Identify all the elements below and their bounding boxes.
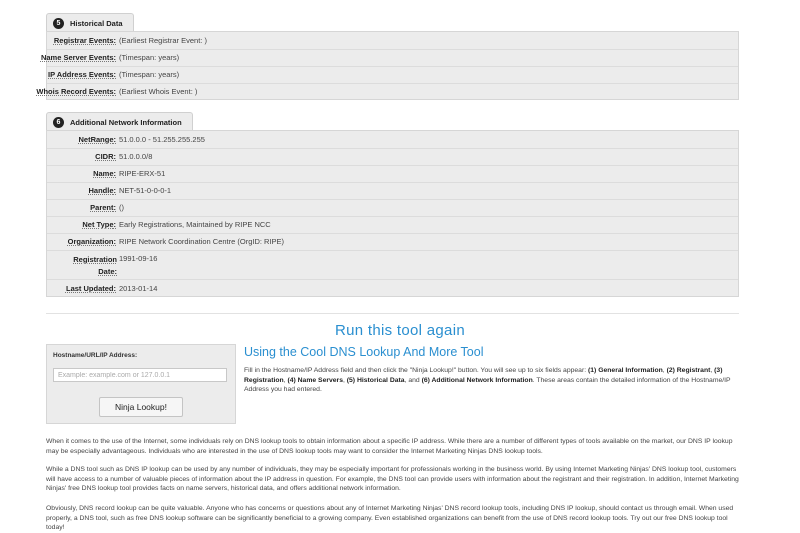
row-label: Name:	[93, 169, 116, 178]
network-info-box: NetRange: 51.0.0.0 - 51.255.255.255 CIDR…	[46, 130, 739, 297]
table-row: Last Updated: 2013-01-14	[47, 279, 738, 297]
row-label: Whois Record Events:	[36, 87, 116, 96]
row-value: RIPE Network Coordination Centre (OrgID:…	[119, 237, 285, 246]
row-value: NET-51-0-0-0-1	[119, 186, 172, 195]
table-row: Whois Record Events: (Earliest Whois Eve…	[36, 83, 738, 100]
historical-data-section: 5 Historical Data Registrar Events: (Ear…	[36, 13, 739, 101]
row-label: Parent:	[90, 203, 116, 212]
row-value: (Earliest Registrar Event: )	[119, 36, 207, 45]
row-value: 51.0.0.0 - 51.255.255.255	[119, 135, 205, 144]
info-paragraph: While a DNS tool such as DNS IP lookup c…	[46, 466, 739, 492]
row-label: CIDR:	[95, 152, 116, 161]
row-label: Name Server Events:	[40, 53, 116, 62]
table-row: Parent: ()	[47, 199, 738, 217]
table-row: Name Server Events: (Timespan: years)	[41, 49, 738, 67]
table-row: CIDR: 51.0.0.0/8	[47, 148, 738, 166]
row-label: Organization:	[67, 237, 116, 246]
hostname-input[interactable]	[53, 368, 227, 382]
row-value: (Timespan: years)	[119, 53, 180, 62]
network-info-title: Additional Network Information	[70, 117, 182, 127]
row-value: ()	[119, 203, 124, 212]
table-row: Registration Date: 1991-09-16	[47, 250, 738, 280]
section-divider	[46, 313, 739, 314]
tool-description: Fill in the Hostname/IP Address field an…	[244, 367, 731, 393]
table-row: Organization: RIPE Network Coordination …	[47, 233, 738, 251]
row-value: (Earliest Whois Event: )	[119, 87, 198, 96]
run-again-heading: Run this tool again	[335, 322, 465, 339]
row-label: IP Address Events:	[48, 70, 116, 79]
row-value: 51.0.0.0/8	[119, 152, 153, 161]
historical-data-title: Historical Data	[70, 18, 123, 28]
row-label: Handle:	[88, 186, 116, 195]
info-paragraph: Obviously, DNS record lookup can be quit…	[46, 505, 734, 531]
historical-data-tab: 5 Historical Data	[46, 13, 134, 32]
row-label: Last Updated:	[65, 284, 116, 293]
row-label: Registration Date:	[73, 255, 117, 276]
table-row: NetRange: 51.0.0.0 - 51.255.255.255	[47, 131, 738, 149]
network-info-tab: 6 Additional Network Information	[46, 112, 193, 131]
table-row: Name: RIPE-ERX-51	[47, 165, 738, 183]
row-label: Net Type:	[82, 220, 116, 229]
row-value: (Timespan: years)	[119, 70, 180, 79]
historical-data-box: Registrar Events: (Earliest Registrar Ev…	[36, 31, 739, 100]
row-value: RIPE-ERX-51	[119, 169, 166, 178]
section-number-badge: 6	[53, 116, 64, 128]
ninja-lookup-button[interactable]: Ninja Lookup!	[99, 397, 183, 417]
row-label: Registrar Events:	[53, 36, 116, 45]
row-label: NetRange:	[78, 135, 116, 144]
row-value: 1991-09-16	[119, 254, 158, 263]
table-row: Handle: NET-51-0-0-0-1	[47, 182, 738, 200]
table-row: Net Type: Early Registrations, Maintaine…	[47, 216, 738, 234]
section-number-badge: 5	[53, 17, 64, 29]
table-row: IP Address Events: (Timespan: years)	[47, 66, 738, 84]
info-paragraph: When it comes to the use of the Internet…	[46, 438, 733, 455]
row-value: 2013-01-14	[119, 284, 158, 293]
tool-subtitle: Using the Cool DNS Lookup And More Tool	[244, 345, 484, 359]
hostname-field-label: Hostname/URL/IP Address:	[53, 352, 138, 359]
table-row: Registrar Events: (Earliest Registrar Ev…	[47, 32, 738, 50]
lookup-form: Hostname/URL/IP Address: Ninja Lookup!	[46, 344, 236, 424]
network-info-section: 6 Additional Network Information NetRang…	[46, 112, 739, 298]
row-value: Early Registrations, Maintained by RIPE …	[119, 220, 271, 229]
